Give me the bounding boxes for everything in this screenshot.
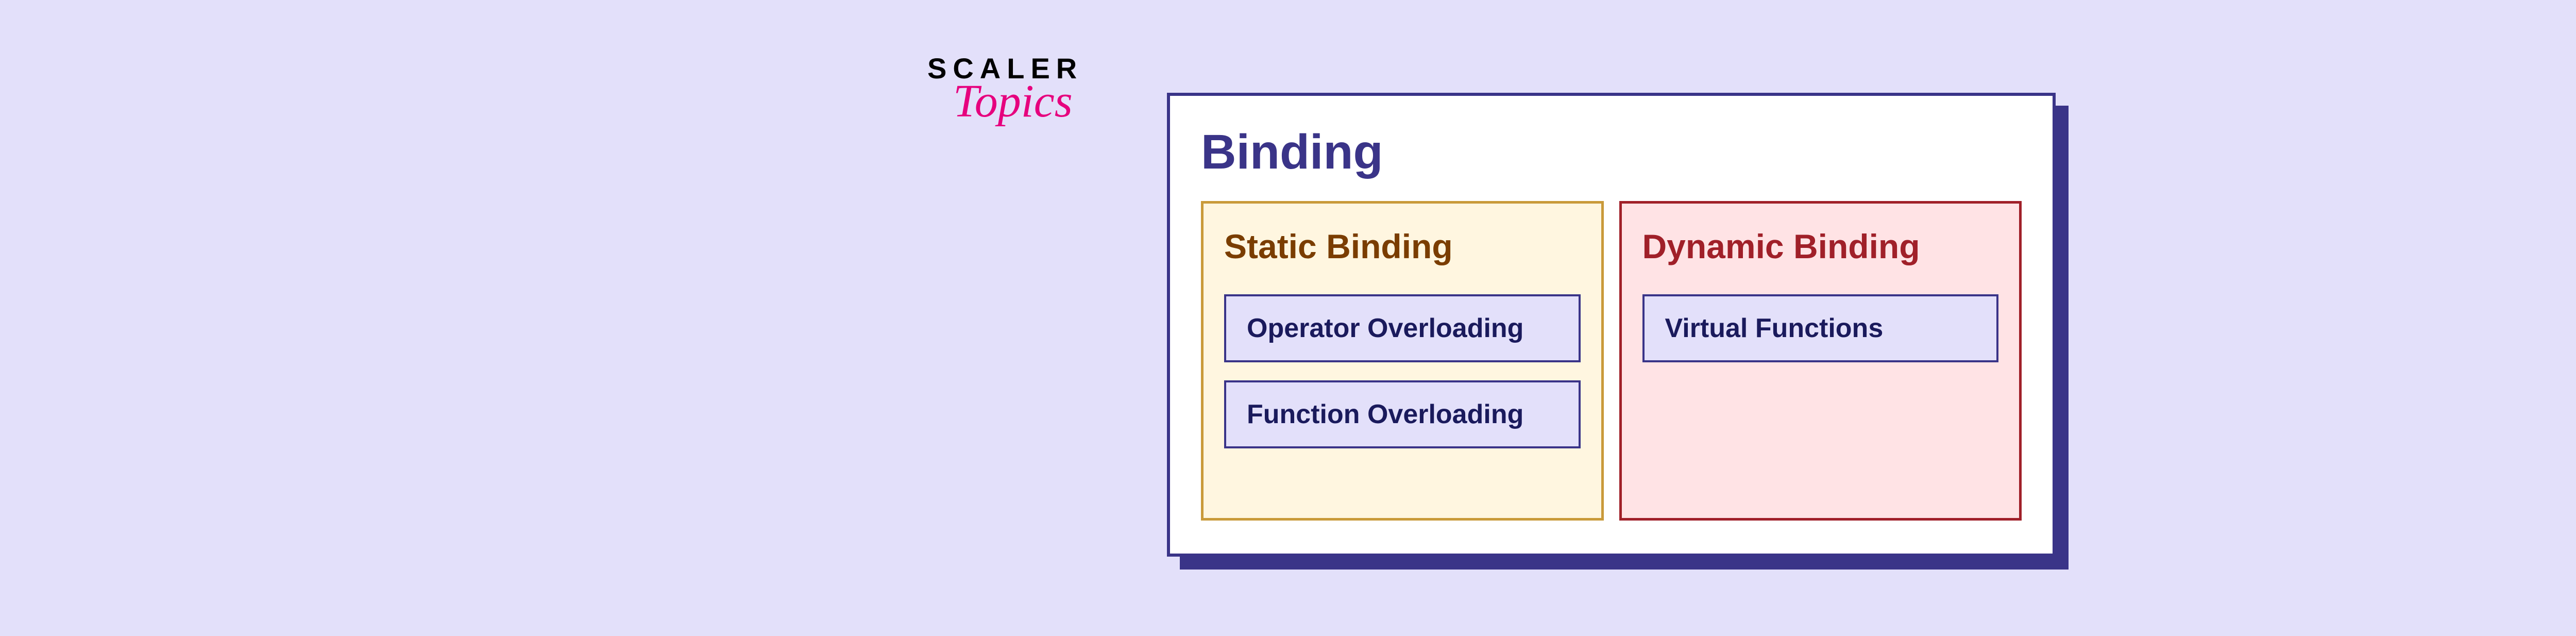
static-binding-column: Static Binding Operator Overloading Func… xyxy=(1201,201,1604,521)
item-label: Operator Overloading xyxy=(1247,313,1558,344)
item-label: Function Overloading xyxy=(1247,399,1558,430)
binding-title: Binding xyxy=(1201,124,2022,180)
dynamic-binding-column: Dynamic Binding Virtual Functions xyxy=(1619,201,2022,521)
logo-line-topics: Topics xyxy=(953,75,1083,128)
dynamic-item-virtual-functions: Virtual Functions xyxy=(1642,294,1999,362)
binding-columns-row: Static Binding Operator Overloading Func… xyxy=(1201,201,2022,521)
static-item-function-overloading: Function Overloading xyxy=(1224,380,1581,448)
binding-card: Binding Static Binding Operator Overload… xyxy=(1167,93,2056,557)
dynamic-binding-title: Dynamic Binding xyxy=(1642,227,1999,266)
static-binding-title: Static Binding xyxy=(1224,227,1581,266)
static-item-operator-overloading: Operator Overloading xyxy=(1224,294,1581,362)
scaler-topics-logo: SCALER Topics xyxy=(927,52,1083,128)
item-label: Virtual Functions xyxy=(1665,313,1976,344)
